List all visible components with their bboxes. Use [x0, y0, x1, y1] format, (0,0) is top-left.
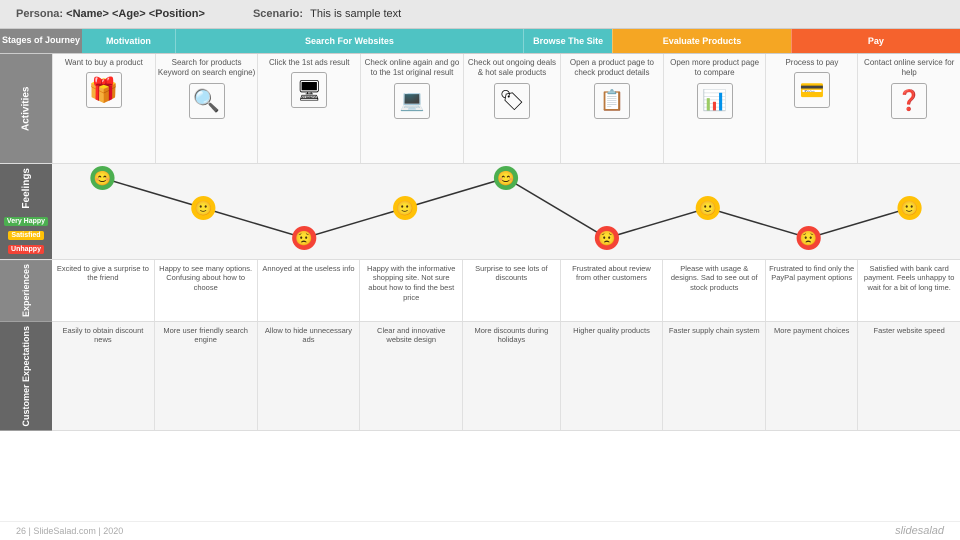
cexp-6: Faster supply chain system [662, 322, 765, 431]
expectations-label: Customer Expectations [0, 322, 52, 431]
activity-icon-1: 🔍 [189, 83, 225, 119]
activity-icon-2: 🖥 [291, 72, 327, 108]
scenario-value: This is sample text [310, 8, 401, 20]
exp-0: Excited to give a surprise to the friend [52, 260, 154, 321]
feelings-chart: 😊 🙂 😟 🙂 😊 😟 [52, 164, 960, 259]
exp-8: Satisfied with bank card payment. Feels … [857, 260, 960, 321]
cexp-0: Easily to obtain discount news [52, 322, 154, 431]
feeling-emoji-8: 🙂 [901, 200, 919, 216]
feeling-emoji-3: 🙂 [396, 200, 414, 216]
cexp-3: Clear and innovative website design [359, 322, 462, 431]
persona-value: <Name> <Age> <Position> [66, 8, 205, 20]
exp-2: Annoyed at the useless info [257, 260, 360, 321]
exp-4: Surprise to see lots of discounts [462, 260, 559, 321]
activity-text-1: Search for products Keyword on search en… [158, 58, 256, 79]
activity-text-3: Check online again and go to the 1st ori… [363, 58, 461, 79]
exp-5: Frustrated about review from other custo… [560, 260, 663, 321]
cexp-7: More payment choices [765, 322, 857, 431]
activity-text-5: Open a product page to check product det… [563, 58, 661, 79]
persona-label: Persona: <Name> <Age> <Position> [16, 8, 205, 20]
feelings-title: Feelings [21, 168, 32, 209]
activity-7: Process to pay 💳 [765, 54, 857, 163]
scenario-label: Scenario: This is sample text [253, 8, 401, 20]
activity-0: Want to buy a product 🎁 [52, 54, 155, 163]
activity-icon-3: 💻 [394, 83, 430, 119]
footer-left: 26 | SlideSalad.com | 2020 [16, 526, 123, 536]
feelings-svg: 😊 🙂 😟 🙂 😊 😟 [52, 164, 960, 252]
stage-search: Search For Websites [175, 29, 523, 53]
feeling-satisfied-badge: Satisfied [8, 231, 43, 240]
activity-icon-7: 💳 [794, 72, 830, 108]
slide: Persona: <Name> <Age> <Position> Scenari… [0, 0, 960, 540]
stage-browse: Browse The Site [523, 29, 612, 53]
activity-text-4: Check out ongoing deals & hot sale produ… [466, 58, 558, 79]
stage-pay: Pay [791, 29, 960, 53]
journey-map: Stages of Journey Motivation Search For … [0, 29, 960, 431]
exp-7: Frustrated to find only the PayPal payme… [765, 260, 857, 321]
stages-label: Stages of Journey [0, 29, 82, 53]
exp-1: Happy to see many options. Confusing abo… [154, 260, 257, 321]
header: Persona: <Name> <Age> <Position> Scenari… [0, 0, 960, 29]
activity-text-0: Want to buy a product [65, 58, 143, 68]
activity-2: Click the 1st ads result 🖥 [257, 54, 360, 163]
stage-motivation: Motivation [82, 29, 175, 53]
feeling-unhappy-badge: Unhappy [8, 245, 44, 254]
cexp-5: Higher quality products [560, 322, 663, 431]
activity-text-2: Click the 1st ads result [269, 58, 349, 68]
activity-icon-0: 🎁 [86, 72, 122, 108]
exp-6: Please with usage & designs. Sad to see … [662, 260, 765, 321]
stages-row: Stages of Journey Motivation Search For … [0, 29, 960, 54]
expectations-row: Customer Expectations Easily to obtain d… [0, 322, 960, 432]
feeling-emoji-1: 🙂 [195, 200, 213, 216]
cexp-8: Faster website speed [857, 322, 960, 431]
feelings-label: Feelings Very Happy Satisfied Unhappy [0, 164, 52, 259]
activity-5: Open a product page to check product det… [560, 54, 663, 163]
activity-8: Contact online service for help ❓ [857, 54, 960, 163]
feeling-emoji-2: 😟 [295, 230, 313, 246]
cexp-1: More user friendly search engine [154, 322, 257, 431]
stage-evaluate: Evaluate Products [612, 29, 791, 53]
activity-icon-8: ❓ [891, 83, 927, 119]
activity-4: Check out ongoing deals & hot sale produ… [463, 54, 560, 163]
feeling-emoji-0: 😊 [94, 170, 112, 186]
feeling-emoji-6: 🙂 [699, 200, 717, 216]
activity-6: Open more product page to compare 📊 [663, 54, 766, 163]
activity-text-6: Open more product page to compare [666, 58, 764, 79]
activities-label: Activities [0, 54, 52, 163]
expectations-cells: Easily to obtain discount news More user… [52, 322, 960, 431]
activity-icon-4: 🏷 [494, 83, 530, 119]
footer: 26 | SlideSalad.com | 2020 slidesalad [0, 521, 960, 540]
feeling-emoji-5: 😟 [598, 230, 616, 246]
feeling-very-happy-badge: Very Happy [4, 217, 48, 226]
feeling-emoji-7: 😟 [800, 230, 818, 246]
activity-1: Search for products Keyword on search en… [155, 54, 258, 163]
activities-cells: Want to buy a product 🎁 Search for produ… [52, 54, 960, 163]
activities-row: Activities Want to buy a product 🎁 Searc… [0, 54, 960, 164]
feelings-row: Feelings Very Happy Satisfied Unhappy [0, 164, 960, 260]
activity-text-7: Process to pay [785, 58, 838, 68]
experiences-label: Experiences [0, 260, 52, 321]
activity-icon-6: 📊 [697, 83, 733, 119]
activity-text-8: Contact online service for help [860, 58, 958, 79]
experiences-row: Experiences Excited to give a surprise t… [0, 260, 960, 322]
experiences-cells: Excited to give a surprise to the friend… [52, 260, 960, 321]
feeling-emoji-4: 😊 [497, 170, 515, 186]
activity-3: Check online again and go to the 1st ori… [360, 54, 463, 163]
footer-right: slidesalad [895, 525, 944, 537]
activity-icon-5: 📋 [594, 83, 630, 119]
cexp-4: More discounts during holidays [462, 322, 559, 431]
exp-3: Happy with the informative shopping site… [359, 260, 462, 321]
cexp-2: Allow to hide unnecessary ads [257, 322, 360, 431]
